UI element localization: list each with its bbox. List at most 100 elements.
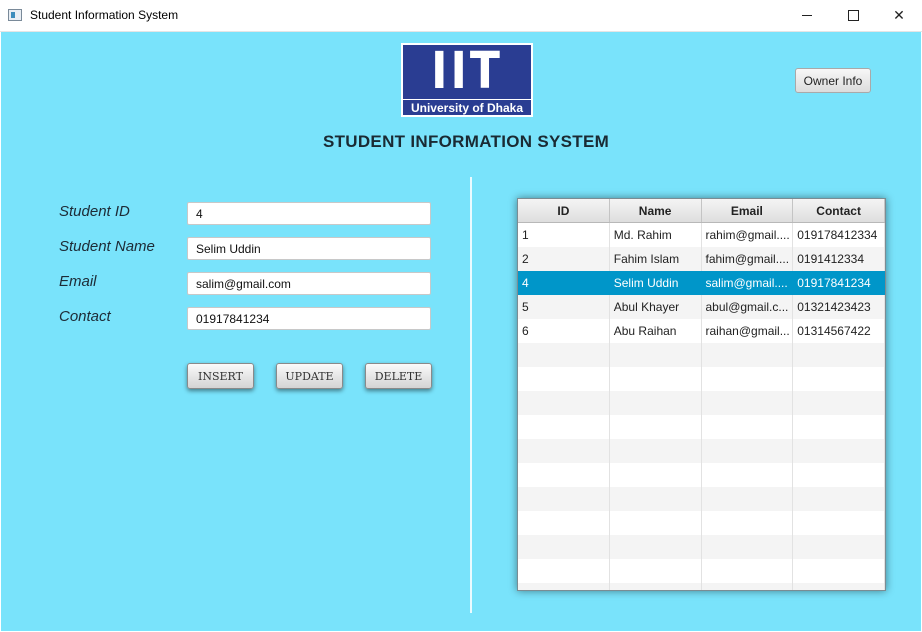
empty-table-cell bbox=[793, 439, 885, 463]
empty-table-cell bbox=[518, 583, 610, 590]
table-row[interactable]: 4 Selim Uddin salim@gmail.... 01917841234 bbox=[518, 271, 885, 295]
contact-field[interactable]: 01917841234 bbox=[187, 307, 431, 330]
empty-table-cell bbox=[702, 511, 794, 535]
empty-table-cell bbox=[702, 439, 794, 463]
empty-table-cell bbox=[702, 559, 794, 583]
empty-table-cell bbox=[518, 487, 610, 511]
close-button[interactable]: ✕ bbox=[876, 0, 922, 31]
email-field[interactable]: salim@gmail.com bbox=[187, 272, 431, 295]
empty-table-cell bbox=[702, 391, 794, 415]
table-cell: Md. Rahim bbox=[610, 223, 702, 247]
empty-table-cell bbox=[610, 391, 702, 415]
empty-table-cell bbox=[518, 535, 610, 559]
column-header-contact[interactable]: Contact bbox=[793, 199, 885, 222]
table-cell: abul@gmail.c... bbox=[702, 295, 794, 319]
empty-table-row[interactable] bbox=[518, 415, 885, 439]
empty-table-cell bbox=[518, 415, 610, 439]
table-cell: 019178412334 bbox=[793, 223, 885, 247]
table-cell: 2 bbox=[518, 247, 610, 271]
empty-table-row[interactable] bbox=[518, 391, 885, 415]
logo-letters: IIT bbox=[431, 42, 503, 101]
empty-table-cell bbox=[518, 391, 610, 415]
empty-table-row[interactable] bbox=[518, 367, 885, 391]
empty-table-cell bbox=[518, 439, 610, 463]
empty-table-cell bbox=[610, 487, 702, 511]
empty-table-cell bbox=[610, 367, 702, 391]
iit-logo: IIT University of Dhaka bbox=[401, 43, 533, 117]
empty-table-cell bbox=[793, 487, 885, 511]
empty-table-cell bbox=[610, 535, 702, 559]
student-name-label: Student Name bbox=[59, 238, 155, 255]
table-cell: 01917841234 bbox=[793, 271, 885, 295]
delete-button[interactable]: DELETE bbox=[365, 363, 432, 389]
update-button[interactable]: UPDATE bbox=[276, 363, 343, 389]
empty-table-cell bbox=[793, 415, 885, 439]
table-cell: 4 bbox=[518, 271, 610, 295]
empty-table-row[interactable] bbox=[518, 487, 885, 511]
maximize-icon bbox=[847, 10, 859, 21]
table-cell: 01321423423 bbox=[793, 295, 885, 319]
table-cell: 01314567422 bbox=[793, 319, 885, 343]
students-table[interactable]: ID Name Email Contact 1 Md. Rahim rahim@gm… bbox=[517, 198, 886, 591]
empty-table-cell bbox=[610, 583, 702, 590]
empty-table-cell bbox=[793, 343, 885, 367]
empty-table-cell bbox=[610, 439, 702, 463]
main-panel: IIT University of Dhaka Owner Info STUDE… bbox=[1, 32, 921, 631]
empty-table-cell bbox=[702, 343, 794, 367]
page-title: STUDENT INFORMATION SYSTEM bbox=[322, 132, 610, 151]
empty-table-cell bbox=[793, 535, 885, 559]
app-icon bbox=[8, 9, 22, 21]
maximize-button[interactable] bbox=[830, 0, 876, 31]
empty-table-cell bbox=[702, 415, 794, 439]
student-id-field[interactable]: 4 bbox=[187, 202, 431, 225]
empty-table-cell bbox=[702, 487, 794, 511]
table-row[interactable]: 1 Md. Rahim rahim@gmail.... 019178412334 bbox=[518, 223, 885, 247]
empty-table-cell bbox=[793, 511, 885, 535]
table-cell: salim@gmail.... bbox=[702, 271, 794, 295]
empty-table-cell bbox=[793, 463, 885, 487]
minimize-icon bbox=[802, 15, 812, 16]
insert-button[interactable]: INSERT bbox=[187, 363, 254, 389]
empty-table-cell bbox=[518, 463, 610, 487]
column-header-name[interactable]: Name bbox=[610, 199, 702, 222]
student-id-label: Student ID bbox=[59, 203, 130, 220]
empty-table-cell bbox=[702, 583, 794, 590]
empty-table-row[interactable] bbox=[518, 559, 885, 583]
minimize-button[interactable] bbox=[784, 0, 830, 31]
table-cell: 0191412334 bbox=[793, 247, 885, 271]
empty-table-row[interactable] bbox=[518, 343, 885, 367]
empty-table-row[interactable] bbox=[518, 511, 885, 535]
empty-table-cell bbox=[518, 367, 610, 391]
column-header-email[interactable]: Email bbox=[702, 199, 794, 222]
empty-table-cell bbox=[518, 511, 610, 535]
table-cell: Fahim Islam bbox=[610, 247, 702, 271]
student-name-field[interactable]: Selim Uddin bbox=[187, 237, 431, 260]
empty-table-cell bbox=[793, 367, 885, 391]
empty-table-cell bbox=[702, 367, 794, 391]
empty-table-row[interactable] bbox=[518, 439, 885, 463]
empty-table-cell bbox=[518, 343, 610, 367]
table-row[interactable]: 2 Fahim Islam fahim@gmail.... 0191412334 bbox=[518, 247, 885, 271]
table-cell: 6 bbox=[518, 319, 610, 343]
empty-table-cell bbox=[793, 391, 885, 415]
table-row[interactable]: 6 Abu Raihan raihan@gmail... 01314567422 bbox=[518, 319, 885, 343]
empty-table-cell bbox=[793, 583, 885, 590]
empty-table-cell bbox=[702, 463, 794, 487]
column-header-id[interactable]: ID bbox=[518, 199, 610, 222]
table-row[interactable]: 5 Abul Khayer abul@gmail.c... 01321423423 bbox=[518, 295, 885, 319]
table-cell: Abul Khayer bbox=[610, 295, 702, 319]
close-icon: ✕ bbox=[893, 7, 905, 23]
owner-info-button[interactable]: Owner Info bbox=[795, 68, 871, 93]
empty-table-row[interactable] bbox=[518, 535, 885, 559]
empty-table-row[interactable] bbox=[518, 583, 885, 590]
table-cell: 1 bbox=[518, 223, 610, 247]
empty-table-cell bbox=[610, 415, 702, 439]
table-cell: Selim Uddin bbox=[610, 271, 702, 295]
empty-table-row[interactable] bbox=[518, 463, 885, 487]
table-cell: fahim@gmail.... bbox=[702, 247, 794, 271]
table-body: 1 Md. Rahim rahim@gmail.... 019178412334 2 Fa… bbox=[518, 223, 885, 590]
logo-subtitle: University of Dhaka bbox=[403, 99, 531, 116]
empty-table-cell bbox=[793, 559, 885, 583]
empty-table-cell bbox=[518, 559, 610, 583]
contact-label: Contact bbox=[59, 308, 111, 325]
